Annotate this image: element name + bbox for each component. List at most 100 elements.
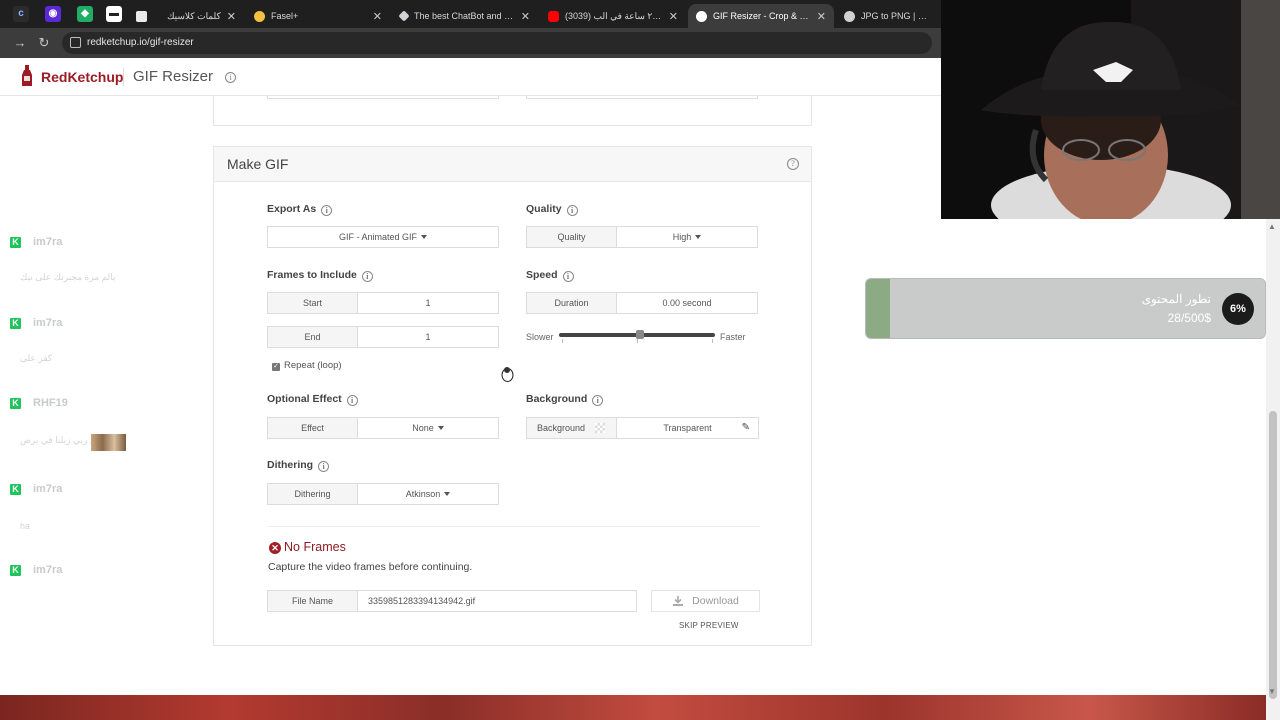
slider-thumb[interactable] — [636, 330, 644, 339]
tab-title: Fasel+ — [271, 11, 299, 21]
end-key: End — [268, 327, 358, 347]
speed-label-text: Speed — [526, 269, 558, 281]
duration-key: Duration — [527, 293, 617, 313]
scroll-down-icon[interactable]: ▼ — [1268, 687, 1276, 696]
tab-favicon — [136, 10, 147, 22]
info-icon[interactable]: i — [318, 461, 330, 472]
tab-title: كلمات كلاسيك — [167, 10, 221, 21]
file-name-field[interactable]: File Name 3359851283394134942.gif — [267, 590, 637, 612]
speed-slider[interactable]: Slower Faster — [526, 327, 766, 347]
brand-name[interactable]: RedKetchup — [41, 69, 123, 85]
caret-down-icon — [695, 235, 702, 239]
tab-close-icon[interactable]: ✕ — [669, 10, 678, 23]
emote-image — [91, 434, 126, 451]
browser-tab[interactable]: The best ChatBot and Widg ✕ — [392, 4, 538, 28]
goal-progress-fill — [866, 279, 890, 338]
scroll-up-icon[interactable]: ▲ — [1268, 222, 1276, 231]
info-icon[interactable]: i — [361, 271, 373, 282]
info-icon[interactable]: i — [346, 395, 358, 406]
effect-value: None — [412, 423, 434, 433]
browser-tab[interactable]: Fasel+ ✕ — [246, 4, 390, 28]
stream-chat-overlay: K im7ra يالم مرة مجبرتك على نيك K im7ra … — [0, 230, 200, 590]
file-name-input[interactable]: 3359851283394134942.gif — [358, 591, 636, 611]
browser-tab-active[interactable]: GIF Resizer - Crop & Resize ✕ — [688, 4, 834, 28]
forward-arrow-icon[interactable]: → — [11, 34, 29, 52]
help-icon[interactable]: ? — [787, 158, 799, 170]
effect-key: Effect — [268, 418, 358, 438]
webcam-image — [941, 0, 1280, 219]
faster-label: Faster — [720, 332, 746, 342]
tab-close-icon[interactable]: ✕ — [817, 10, 826, 23]
quality-key: Quality — [527, 227, 617, 247]
pinned-tab-2[interactable]: ◉ — [45, 6, 61, 22]
info-icon[interactable]: i — [566, 205, 578, 216]
kick-badge-icon: K — [10, 318, 21, 329]
reload-icon[interactable]: ↻ — [35, 34, 53, 52]
field-edge — [526, 96, 758, 99]
skip-preview-link[interactable]: SKIP PREVIEW — [679, 621, 739, 630]
duration-value[interactable]: 0.00 second — [617, 293, 757, 313]
ketchup-bottle-icon[interactable] — [21, 65, 33, 87]
address-bar[interactable]: redketchup.io/gif-resizer — [62, 32, 932, 54]
caret-down-icon — [421, 235, 428, 239]
start-frame-field[interactable]: Start 1 — [267, 292, 499, 314]
pinned-tab-1[interactable]: c — [13, 6, 29, 22]
start-value[interactable]: 1 — [358, 293, 498, 313]
repeat-checkbox[interactable]: ✓ — [272, 363, 280, 371]
quality-select[interactable]: Quality High — [526, 226, 758, 248]
goal-amount: 28/500$ — [1167, 311, 1211, 325]
export-as-select[interactable]: GIF - Animated GIF — [267, 226, 499, 248]
background-key-text: Background — [537, 423, 586, 433]
end-frame-field[interactable]: End 1 — [267, 326, 499, 348]
field-edge — [267, 96, 499, 99]
eyedropper-icon[interactable]: ✎ — [742, 422, 750, 433]
page-title: GIF Resizer i — [133, 68, 237, 85]
card-header: Make GIF ? — [214, 147, 811, 182]
pinned-tab-3[interactable]: ◆ — [77, 6, 93, 22]
checkerboard-icon — [595, 423, 606, 433]
effect-select[interactable]: Effect None — [267, 417, 499, 439]
chat-username: im7ra — [33, 317, 63, 329]
youtube-icon — [548, 10, 559, 22]
info-icon[interactable]: i — [592, 395, 604, 406]
repeat-label[interactable]: Repeat (loop) — [284, 360, 342, 371]
info-icon[interactable]: i — [562, 271, 574, 282]
browser-tab-bar: c ◉ ◆ ▬ كلمات كلاسيك ✕ Fasel+ ✕ The best… — [0, 0, 941, 28]
background-label: Background i — [526, 393, 604, 406]
error-icon: ✕ — [269, 542, 281, 554]
dithering-select[interactable]: Dithering Atkinson — [267, 483, 499, 505]
goal-title: تطور المحتوى — [1141, 292, 1211, 306]
download-label: Download — [692, 595, 739, 607]
site-info-icon[interactable] — [70, 37, 81, 48]
header-divider — [123, 68, 124, 86]
status-message: Capture the video frames before continui… — [268, 561, 473, 573]
background-image-strip — [0, 695, 1266, 720]
background-label-text: Background — [526, 393, 588, 405]
background-value: Transparent — [663, 423, 712, 433]
background-select[interactable]: Background Transparent ✎ — [526, 417, 759, 439]
browser-tab[interactable]: JPG to PNG | CloudCon — [836, 4, 941, 28]
export-as-label: Export As i — [267, 203, 333, 216]
tab-close-icon[interactable]: ✕ — [521, 10, 530, 23]
page-scrollbar[interactable]: ▲ ▼ — [1266, 219, 1280, 720]
caret-down-icon — [444, 492, 451, 496]
dithering-label: Dithering i — [267, 459, 330, 472]
redketchup-favicon-icon — [696, 10, 707, 22]
card-title: Make GIF — [227, 156, 289, 172]
pinned-tab-4[interactable]: ▬ — [106, 6, 122, 22]
url-text: redketchup.io/gif-resizer — [87, 37, 194, 48]
info-icon[interactable]: i — [321, 205, 333, 216]
browser-tab[interactable]: كلمات كلاسيك ✕ — [128, 4, 244, 28]
end-value[interactable]: 1 — [358, 327, 498, 347]
tab-close-icon[interactable]: ✕ — [227, 10, 236, 23]
slider-tick — [562, 339, 563, 343]
tab-close-icon[interactable]: ✕ — [373, 10, 382, 23]
download-button[interactable]: Download — [651, 590, 760, 612]
slider-tick — [712, 339, 713, 343]
scroll-thumb[interactable] — [1269, 411, 1277, 699]
quality-label-text: Quality — [526, 203, 562, 215]
duration-field[interactable]: Duration 0.00 second — [526, 292, 758, 314]
browser-tab[interactable]: (3039) جربت ٢٤ ساعة في الب ✕ — [540, 4, 686, 28]
info-icon[interactable]: i — [225, 72, 237, 83]
tab-title: The best ChatBot and Widg — [414, 11, 515, 21]
